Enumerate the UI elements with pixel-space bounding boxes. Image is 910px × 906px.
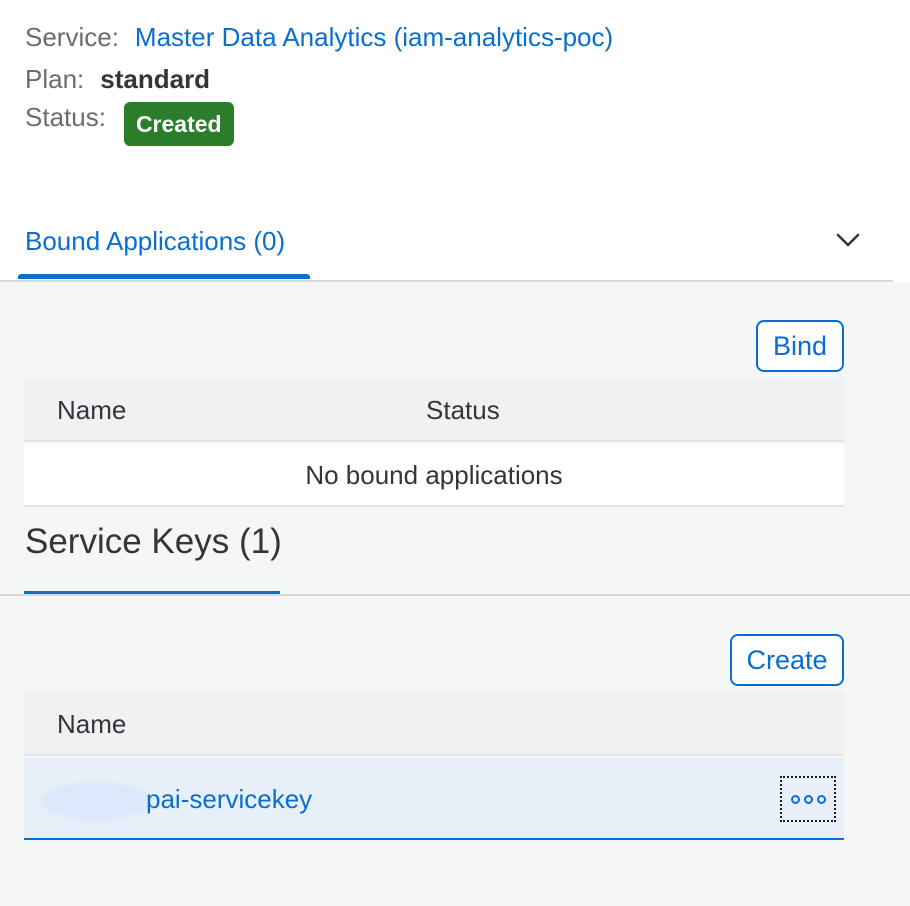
create-button[interactable]: Create xyxy=(730,634,844,686)
dot xyxy=(790,794,800,804)
status-label: Status: xyxy=(25,102,106,132)
tab-bound-applications[interactable]: Bound Applications (0) xyxy=(18,222,310,280)
more-options-icon[interactable] xyxy=(780,776,836,822)
active-tab-indicator xyxy=(18,274,310,279)
service-keys-table-header: Name xyxy=(24,692,844,756)
bind-button[interactable]: Bind xyxy=(756,320,844,372)
dot xyxy=(816,794,826,804)
service-key-name-link[interactable]: pai-servicekey xyxy=(146,784,312,815)
service-instance-header: Service: Master Data Analytics (iam-anal… xyxy=(0,0,910,282)
column-header-status: Status xyxy=(426,395,500,425)
redacted-text xyxy=(42,782,150,820)
column-header-name: Name xyxy=(57,395,127,425)
chevron-down-icon[interactable] xyxy=(834,226,862,254)
column-header-name: Name xyxy=(57,709,127,739)
status-badge: Created xyxy=(123,102,234,146)
bound-applications-table-header: Name Status xyxy=(24,378,844,442)
service-label: Service: xyxy=(25,22,119,52)
plan-row: Plan: standard xyxy=(25,64,210,95)
plan-value: standard xyxy=(100,64,211,94)
service-name-link[interactable]: Master Data Analytics (iam-analytics-poc… xyxy=(135,22,613,53)
dot xyxy=(803,794,813,804)
section-divider xyxy=(0,594,910,596)
table-row[interactable]: pai-servicekey xyxy=(24,758,844,840)
status-row: Status: Created xyxy=(25,102,234,146)
plan-label: Plan: xyxy=(25,64,85,94)
tab-bound-applications-label: Bound Applications (0) xyxy=(25,226,286,256)
service-keys-title: Service Keys (1) xyxy=(25,522,282,561)
no-data-message: No bound applications xyxy=(24,444,844,507)
service-row: Service: Master Data Analytics (iam-anal… xyxy=(25,22,613,53)
